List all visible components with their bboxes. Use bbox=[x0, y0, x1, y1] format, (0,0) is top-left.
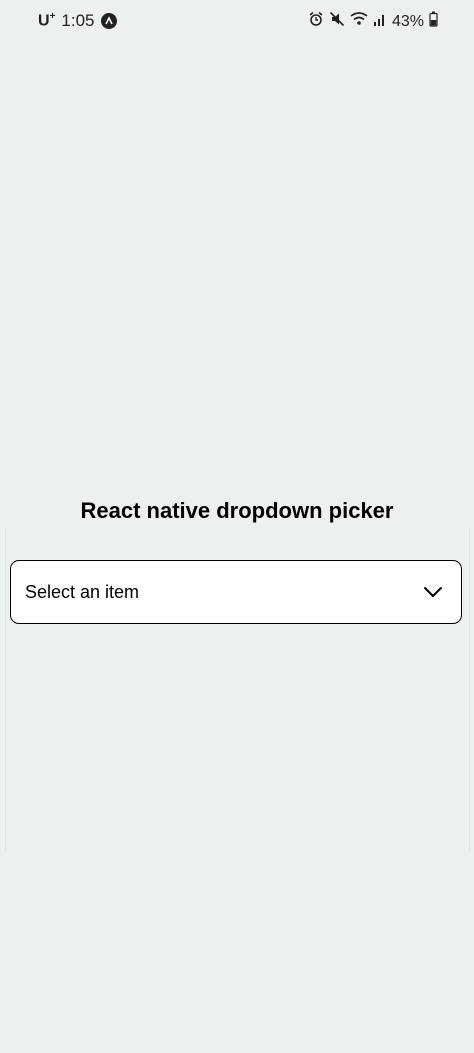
carrier-label: U+ bbox=[38, 11, 56, 30]
dropdown-picker[interactable]: Select an item bbox=[10, 560, 462, 624]
chevron-down-icon[interactable] bbox=[423, 586, 443, 598]
notification-a-icon bbox=[100, 13, 117, 29]
signal-icon bbox=[373, 11, 387, 32]
battery-icon bbox=[429, 11, 438, 32]
dropdown-placeholder: Select an item bbox=[25, 581, 140, 602]
battery-percent: 43% bbox=[391, 12, 424, 30]
status-time: 1:05 bbox=[61, 11, 95, 30]
status-bar-left: U+ 1:05 bbox=[38, 11, 117, 31]
status-bar: U+ 1:05 43% bbox=[0, 0, 474, 44]
mute-icon bbox=[329, 11, 345, 32]
left-edge-divider bbox=[5, 528, 6, 850]
right-edge-divider bbox=[469, 528, 470, 850]
alarm-icon bbox=[308, 11, 324, 32]
page-title: React native dropdown picker bbox=[80, 498, 394, 523]
status-bar-right: 43% bbox=[308, 11, 438, 32]
wifi-icon bbox=[350, 11, 368, 32]
